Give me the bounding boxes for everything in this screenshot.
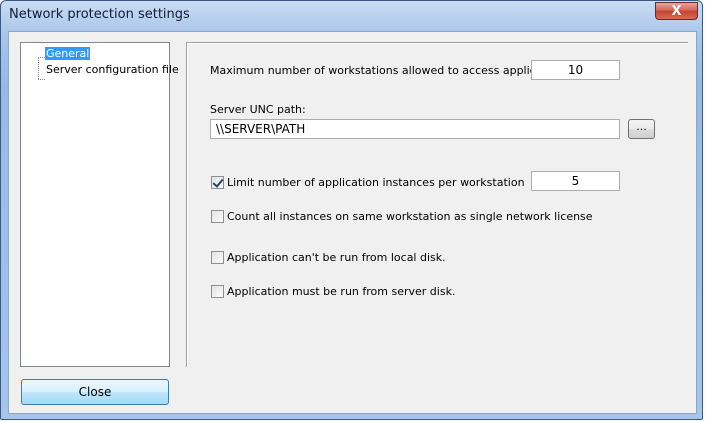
server-disk-checkbox[interactable] — [211, 285, 224, 298]
max-workstations-label: Maximum number of workstations allowed t… — [210, 64, 568, 77]
count-single-license-checkbox[interactable] — [211, 210, 224, 223]
tree-connector-general — [38, 57, 45, 58]
tree-item-server-configuration-file[interactable]: Server configuration file — [45, 63, 180, 76]
window-close-icon[interactable]: X — [655, 2, 698, 20]
server-disk-label[interactable]: Application must be run from server disk… — [227, 285, 455, 298]
title-bar[interactable]: Network protection settings X — [1, 1, 704, 31]
dialog-window: Network protection settings X General Se… — [0, 0, 703, 420]
tree-item-general[interactable]: General — [45, 47, 91, 60]
browse-button[interactable]: ... — [628, 119, 655, 139]
no-local-disk-label[interactable]: Application can't be run from local disk… — [227, 251, 446, 264]
server-unc-path-label: Server UNC path: — [210, 103, 306, 116]
limit-instances-checkbox[interactable] — [211, 176, 224, 189]
tree-connector-vertical — [38, 57, 39, 79]
close-button[interactable]: Close — [21, 379, 169, 405]
count-single-license-label[interactable]: Count all instances on same workstation … — [227, 210, 593, 223]
dialog-client-area: General Server configuration file Maximu… — [8, 31, 697, 414]
window-title: Network protection settings — [9, 7, 190, 22]
limit-instances-input[interactable]: 5 — [531, 171, 620, 191]
tree-connector-server-config — [38, 79, 45, 80]
settings-tree: General Server configuration file — [20, 42, 179, 367]
limit-instances-label[interactable]: Limit number of application instances pe… — [227, 176, 525, 189]
max-workstations-input[interactable]: 10 — [531, 60, 620, 80]
server-unc-path-input[interactable]: \\SERVER\PATH — [210, 119, 620, 139]
no-local-disk-checkbox[interactable] — [211, 251, 224, 264]
general-settings-panel — [186, 42, 688, 367]
